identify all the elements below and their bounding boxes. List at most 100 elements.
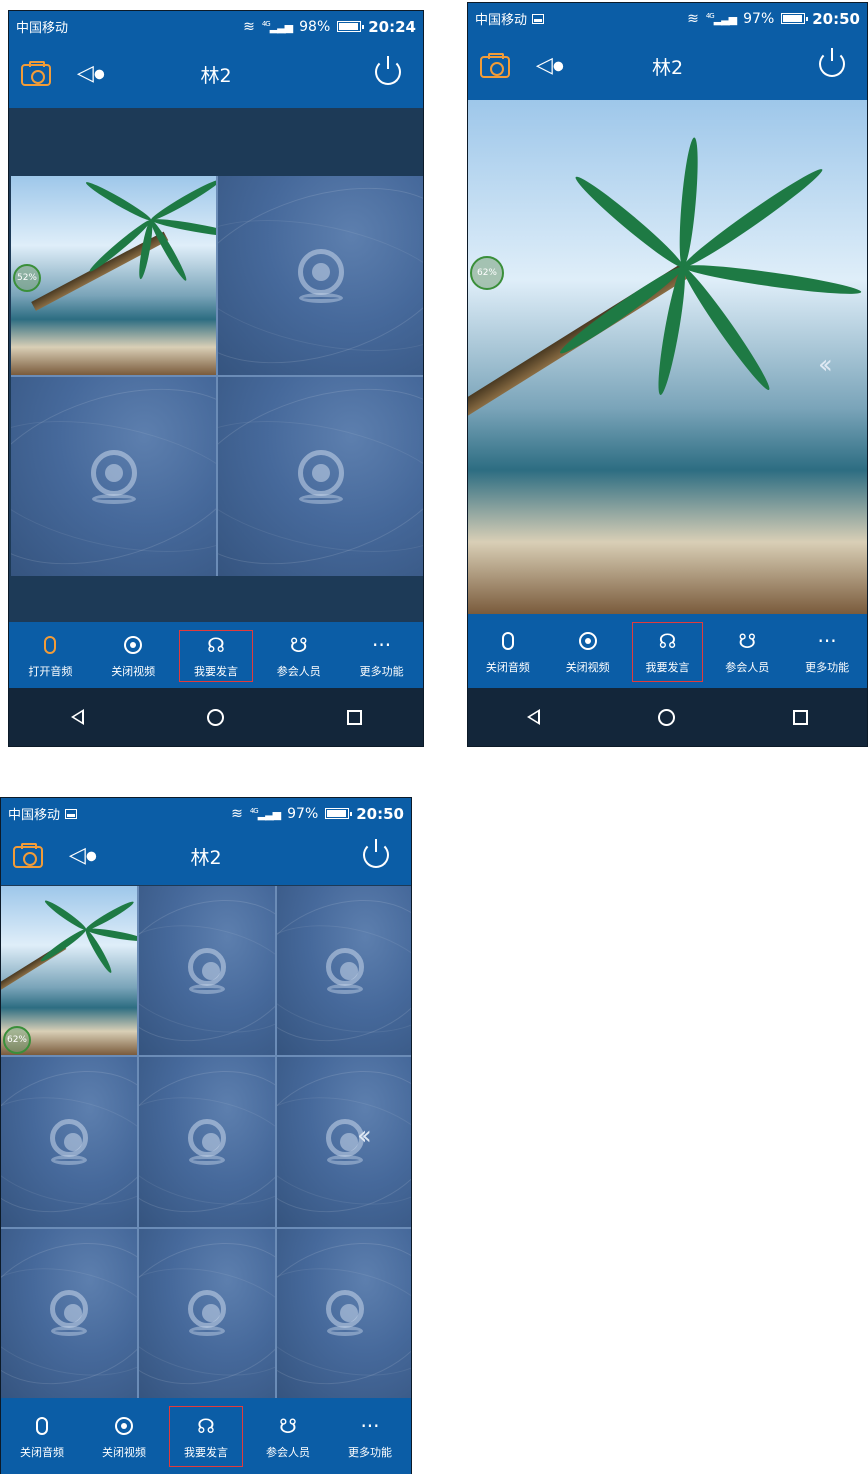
webcam-placeholder-icon (90, 449, 137, 504)
request-speak-button[interactable]: ☊ 我要发言 (628, 614, 708, 690)
recent-apps-icon[interactable] (793, 709, 808, 725)
raise-hand-speak-icon: ☊ (207, 633, 225, 657)
video-fullscreen[interactable]: 62% ‹‹ (468, 100, 867, 614)
video-tile-active[interactable]: 62% (1, 886, 137, 1056)
meeting-title: 林2 (190, 847, 222, 869)
video-tile-empty[interactable] (277, 1228, 411, 1398)
battery-icon (781, 13, 809, 24)
webcam-icon (115, 1414, 133, 1438)
android-nav-bar (9, 688, 423, 746)
participants-icon: ☋ (289, 633, 308, 657)
more-button[interactable]: ··· 更多功能 (787, 614, 867, 690)
phone-screen-2: 中国移动 ≋ 4G▂▃▅ 97% 20:50 ◁⦁ 林2 62% ‹‹ 关闭音频 (467, 2, 868, 747)
participants-button[interactable]: ☋ 参会人员 (707, 614, 787, 690)
battery-percent: 98% (299, 18, 331, 35)
top-bar: ◁⦁ 林2 (468, 34, 867, 100)
power-icon[interactable] (375, 56, 401, 85)
request-speak-button[interactable]: ☊ 我要发言 (175, 622, 258, 690)
webcam-icon (124, 633, 143, 657)
battery-percent: 97% (743, 10, 775, 27)
volume-level-badge: 52% (13, 264, 41, 292)
raise-hand-speak-icon: ☊ (197, 1413, 215, 1438)
video-tile-empty[interactable]: ‹‹ (277, 1057, 411, 1227)
collapse-chevron-icon[interactable]: ‹‹ (818, 350, 833, 380)
webcam-placeholder-icon (297, 248, 344, 303)
battery-percent: 97% (287, 805, 319, 822)
video-tile-empty[interactable] (218, 377, 423, 576)
microphone-icon (501, 629, 514, 653)
signal-icon: 4G▂▃▅ (261, 19, 293, 34)
top-bar: ◁⦁ 林2 (1, 829, 411, 885)
empty-strip (9, 576, 423, 622)
bottom-toolbar: 打开音频 关闭视频 ☊ 我要发言 ☋ 参会人员 ··· 更多功能 (9, 622, 423, 690)
bottom-toolbar: 关闭音频 关闭视频 ☊ 我要发言 ☋ 参会人员 ··· 更多功能 (468, 614, 867, 690)
empty-strip (9, 108, 423, 176)
screenshot-notification-icon (532, 13, 545, 24)
carrier-label: 中国移动 (475, 13, 528, 28)
bottom-toolbar: 关闭音频 关闭视频 ☊ 我要发言 ☋ 参会人员 ··· 更多功能 (1, 1398, 411, 1474)
toggle-video-button[interactable]: 关闭视频 (548, 614, 628, 690)
collapse-chevron-icon[interactable]: ‹‹ (357, 1121, 372, 1151)
video-grid: 52% (11, 176, 423, 576)
back-icon[interactable] (70, 709, 84, 725)
webcam-placeholder-icon (188, 947, 226, 994)
more-icon: ··· (360, 1413, 380, 1438)
more-button[interactable]: ··· 更多功能 (340, 622, 423, 690)
recent-apps-icon[interactable] (346, 709, 362, 725)
participants-button[interactable]: ☋ 参会人员 (257, 622, 340, 690)
request-speak-button[interactable]: ☊ 我要发言 (165, 1398, 247, 1474)
battery-icon (325, 808, 353, 819)
back-icon[interactable] (527, 709, 540, 725)
volume-level-badge: 62% (470, 256, 504, 290)
participants-icon: ☋ (738, 629, 757, 653)
toggle-audio-button[interactable]: 打开音频 (9, 622, 92, 690)
toggle-video-button[interactable]: 关闭视频 (83, 1398, 165, 1474)
screenshot-notification-icon (65, 808, 78, 819)
meeting-title: 林2 (200, 65, 232, 87)
android-nav-bar (468, 688, 867, 746)
webcam-placeholder-icon (188, 1290, 226, 1337)
clock: 20:50 (812, 9, 860, 28)
webcam-placeholder-icon (326, 1290, 364, 1337)
more-icon: ··· (817, 629, 837, 653)
carrier-label: 中国移动 (8, 808, 61, 823)
status-bar: 中国移动 ≋ 4G▂▃▅ 97% 20:50 (468, 3, 867, 34)
webcam-placeholder-icon (188, 1118, 226, 1165)
battery-icon (337, 21, 365, 32)
power-icon[interactable] (363, 839, 389, 868)
toggle-audio-button[interactable]: 关闭音频 (468, 614, 548, 690)
webcam-placeholder-icon (326, 947, 364, 994)
raise-hand-speak-icon: ☊ (658, 629, 677, 653)
video-tile-empty[interactable] (277, 886, 411, 1056)
video-tile-active[interactable]: 52% (11, 176, 216, 375)
video-tile-empty[interactable] (139, 1057, 275, 1227)
toggle-audio-button[interactable]: 关闭音频 (1, 1398, 83, 1474)
wifi-icon: ≋ (687, 10, 699, 27)
status-bar: 中国移动 ≋ 4G▂▃▅ 97% 20:50 (1, 798, 411, 829)
video-tile-empty[interactable] (1, 1057, 137, 1227)
home-icon[interactable] (658, 708, 675, 726)
more-button[interactable]: ··· 更多功能 (329, 1398, 411, 1474)
more-icon: ··· (372, 633, 392, 657)
video-grid: 62% ‹‹ (1, 886, 411, 1398)
video-tile-empty[interactable] (139, 1228, 275, 1398)
home-icon[interactable] (206, 708, 224, 726)
microphone-icon (36, 1414, 48, 1438)
microphone-muted-icon (44, 633, 57, 657)
power-icon[interactable] (819, 48, 845, 77)
video-tile-empty[interactable] (11, 377, 216, 576)
carrier-label: 中国移动 (16, 21, 69, 36)
participants-icon: ☋ (279, 1413, 297, 1438)
meeting-title: 林2 (651, 57, 684, 79)
webcam-placeholder-icon (50, 1118, 88, 1165)
top-bar: ◁⦁ 林2 (9, 42, 423, 108)
video-tile-empty[interactable] (218, 176, 423, 375)
clock: 20:50 (356, 804, 404, 823)
video-tile-empty[interactable] (1, 1228, 137, 1398)
participants-button[interactable]: ☋ 参会人员 (247, 1398, 329, 1474)
toggle-video-button[interactable]: 关闭视频 (92, 622, 175, 690)
video-tile-empty[interactable] (139, 886, 275, 1056)
phone-screen-3: 中国移动 ≋ 4G▂▃▅ 97% 20:50 ◁⦁ 林2 62% ‹‹ 关闭音频… (0, 797, 412, 1474)
wifi-icon: ≋ (231, 805, 243, 822)
wifi-icon: ≋ (243, 18, 255, 35)
